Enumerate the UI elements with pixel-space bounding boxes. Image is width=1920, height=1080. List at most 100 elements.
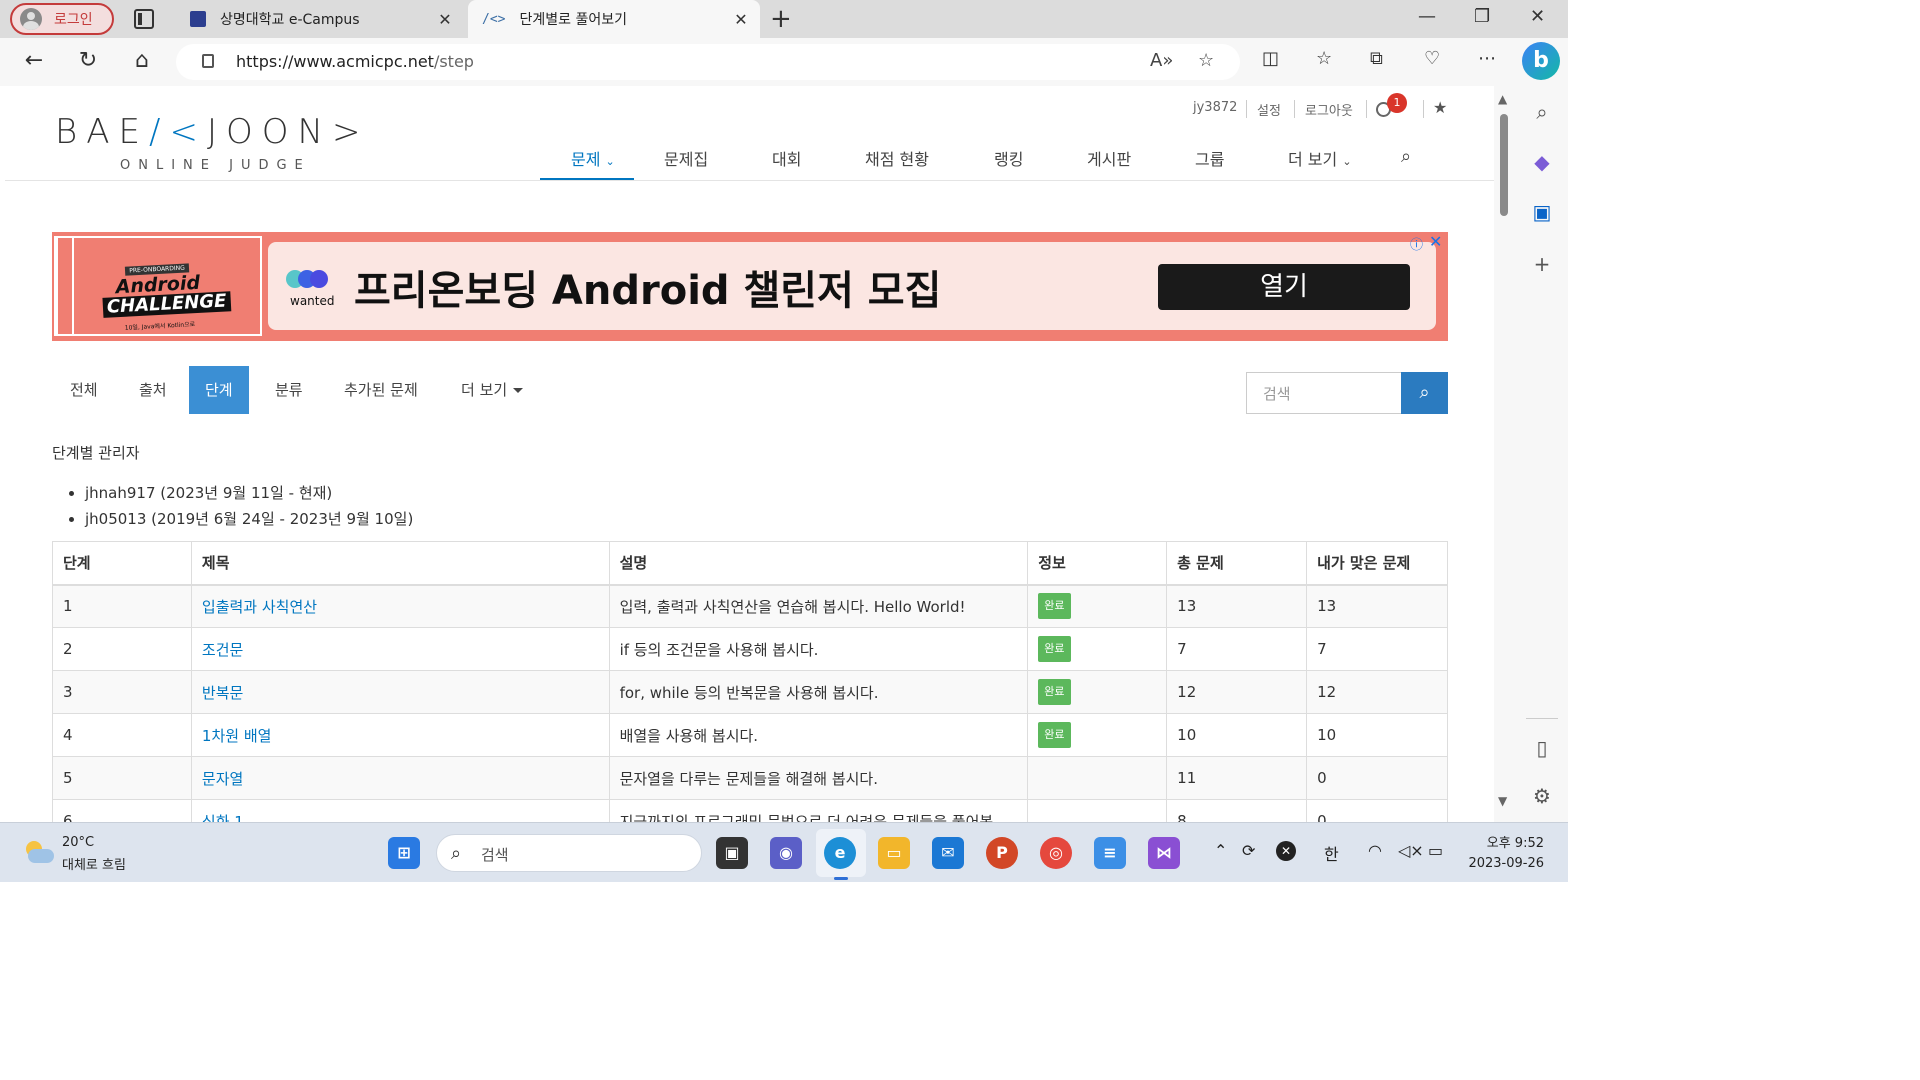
col-solved[interactable]: 내가 맞은 문제 bbox=[1306, 541, 1448, 586]
file-explorer-icon[interactable]: ▭ bbox=[878, 837, 910, 869]
col-total[interactable]: 총 문제 bbox=[1166, 541, 1308, 586]
search-button[interactable]: ⌕ bbox=[1401, 372, 1448, 414]
nav-board[interactable]: 게시판 bbox=[1087, 146, 1131, 170]
nav-group[interactable]: 그룹 bbox=[1195, 146, 1224, 170]
tab-actions-icon[interactable] bbox=[134, 9, 154, 29]
visual-studio-icon[interactable]: ⋈ bbox=[1148, 837, 1180, 869]
step-link[interactable]: 반복문 bbox=[202, 684, 243, 702]
step-link[interactable]: 1차원 배열 bbox=[202, 727, 272, 745]
chrome-icon[interactable]: ◎ bbox=[1040, 837, 1072, 869]
user-link[interactable]: jy3872 bbox=[1193, 100, 1237, 115]
taskbar-search[interactable]: ⌕ 검색 bbox=[436, 834, 702, 872]
back-icon[interactable]: ← bbox=[20, 48, 48, 73]
scroll-down-icon[interactable]: ▼ bbox=[1498, 794, 1507, 808]
battery-icon[interactable]: ▭ bbox=[1428, 841, 1443, 860]
col-desc[interactable]: 설명 bbox=[608, 541, 1029, 586]
problem-search-input[interactable]: 검색 bbox=[1246, 372, 1402, 414]
favorites-icon[interactable]: ☆ bbox=[1316, 48, 1332, 69]
close-tab-icon[interactable]: ✕ bbox=[728, 10, 754, 29]
table-row: 2 조건문 if 등의 조건문을 사용해 봅시다. 완료 7 7 bbox=[52, 627, 1448, 671]
step-link[interactable]: 문자열 bbox=[202, 770, 243, 788]
subnav-all[interactable]: 전체 bbox=[54, 366, 114, 414]
browser-essentials-icon[interactable]: ♡ bbox=[1424, 48, 1440, 69]
ad-banner[interactable]: PRE-ONBOARDING Android CHALLENGE 10일, Ja… bbox=[52, 232, 1448, 341]
favorite-star-icon[interactable]: ☆ bbox=[1198, 50, 1214, 71]
close-tab-icon[interactable]: ✕ bbox=[432, 10, 458, 29]
windows-taskbar: 20°C 대체로 흐림 ⊞ ⌕ 검색 ▣ ◉ e ▭ ✉ P ◎ ≡ ⋈ ⌃ ⟳… bbox=[0, 822, 1568, 882]
caret-down-icon bbox=[513, 388, 524, 393]
weather-cloud-icon[interactable] bbox=[22, 841, 54, 865]
weather-temp[interactable]: 20°C bbox=[62, 835, 94, 850]
url-text[interactable]: https://www.acmicpc.net/step bbox=[236, 52, 474, 71]
nav-contest[interactable]: 대회 bbox=[772, 146, 801, 170]
ime-indicator[interactable]: 한 bbox=[1324, 841, 1339, 865]
nav-problems[interactable]: 문제 ⌄ bbox=[571, 146, 615, 170]
restore-icon[interactable]: ❐ bbox=[1474, 6, 1490, 27]
edge-browser-icon[interactable]: e bbox=[824, 837, 856, 880]
volume-muted-icon[interactable]: ◁× bbox=[1398, 841, 1424, 860]
refresh-icon[interactable]: ↻ bbox=[74, 48, 102, 73]
copilot-app-icon[interactable]: ◆ bbox=[1530, 150, 1554, 174]
profile-button[interactable]: 로그인 bbox=[10, 3, 114, 35]
col-title[interactable]: 제목 bbox=[190, 541, 610, 586]
sidebar-toggle-icon[interactable]: ▯ bbox=[1530, 736, 1554, 760]
address-bar[interactable]: https://www.acmicpc.net/step A» ☆ bbox=[176, 44, 1240, 80]
outlook-icon[interactable]: ▣ bbox=[1530, 200, 1554, 224]
new-tab-button[interactable]: + bbox=[770, 4, 792, 34]
start-windows-icon[interactable]: ⊞ bbox=[388, 837, 420, 869]
settings-link[interactable]: 설정 bbox=[1257, 100, 1281, 119]
subnav-more[interactable]: 더 보기 bbox=[445, 366, 539, 414]
split-screen-icon[interactable]: ◫ bbox=[1262, 48, 1279, 69]
nav-ranking[interactable]: 랭킹 bbox=[994, 146, 1023, 170]
subnav-added[interactable]: 추가된 문제 bbox=[328, 366, 434, 414]
notification-badge[interactable]: 1 bbox=[1387, 93, 1407, 113]
nav-status[interactable]: 채점 현황 bbox=[865, 146, 929, 170]
step-link[interactable]: 심화 1 bbox=[202, 813, 244, 823]
lock-icon[interactable] bbox=[202, 54, 214, 68]
col-info[interactable]: 정보 bbox=[1027, 541, 1168, 586]
nav-more[interactable]: 더 보기 ⌄ bbox=[1288, 146, 1352, 170]
tab-baekjoon-step[interactable]: /<> 단계별로 풀어보기 ✕ bbox=[468, 0, 760, 38]
subnav-step[interactable]: 단계 bbox=[189, 366, 249, 414]
subnav-category[interactable]: 분류 bbox=[259, 366, 319, 414]
sync-icon[interactable]: ⟳ bbox=[1242, 841, 1255, 860]
step-link[interactable]: 조건문 bbox=[202, 641, 243, 659]
mail-icon[interactable]: ✉ bbox=[932, 837, 964, 869]
notepad-icon[interactable]: ≡ bbox=[1094, 837, 1126, 869]
close-window-icon[interactable]: ✕ bbox=[1530, 6, 1545, 27]
weather-condition[interactable]: 대체로 흐림 bbox=[62, 854, 126, 873]
app-tray-icon[interactable]: ✕ bbox=[1276, 841, 1296, 861]
ad-open-button[interactable]: 열기 bbox=[1158, 264, 1410, 310]
page-scrollbar[interactable]: ▲ ▼ bbox=[1494, 86, 1516, 822]
star-icon[interactable]: ★ bbox=[1433, 98, 1447, 117]
add-app-icon[interactable]: + bbox=[1530, 252, 1554, 276]
search-icon: ⌕ bbox=[451, 843, 462, 864]
ad-info-icon[interactable]: ⓘ bbox=[1410, 234, 1423, 253]
teams-chat-icon[interactable]: ◉ bbox=[770, 837, 802, 869]
system-clock[interactable]: 오후 9:52 2023-09-26 bbox=[1466, 834, 1544, 874]
tray-overflow-icon[interactable]: ⌃ bbox=[1214, 841, 1227, 860]
step-link[interactable]: 입출력과 사칙연산 bbox=[202, 598, 317, 616]
collections-icon[interactable]: ⧉ bbox=[1370, 48, 1383, 69]
tab-ecampus[interactable]: 상명대학교 e-Campus ✕ bbox=[176, 0, 464, 38]
scroll-thumb[interactable] bbox=[1500, 114, 1508, 216]
subnav-source[interactable]: 출처 bbox=[123, 366, 183, 414]
scroll-up-icon[interactable]: ▲ bbox=[1498, 92, 1507, 106]
search-icon[interactable]: ⌕ bbox=[1401, 146, 1411, 167]
ad-close-icon[interactable]: ✕ bbox=[1429, 232, 1442, 251]
copilot-icon[interactable]: b bbox=[1522, 42, 1560, 80]
nav-workbook[interactable]: 문제집 bbox=[664, 146, 708, 170]
task-view-icon[interactable]: ▣ bbox=[716, 837, 748, 869]
table-row: 4 1차원 배열 배열을 사용해 봅시다. 완료 10 10 bbox=[52, 713, 1448, 757]
more-menu-icon[interactable]: ⋯ bbox=[1478, 48, 1496, 69]
minimize-icon[interactable]: — bbox=[1418, 6, 1436, 27]
col-step[interactable]: 단계 bbox=[52, 541, 192, 586]
logout-link[interactable]: 로그아웃 bbox=[1305, 100, 1353, 119]
home-icon[interactable]: ⌂ bbox=[128, 48, 156, 73]
powerpoint-icon[interactable]: P bbox=[986, 837, 1018, 869]
read-aloud-icon[interactable]: A» bbox=[1150, 50, 1173, 71]
search-icon[interactable]: ⌕ bbox=[1530, 100, 1554, 124]
site-logo[interactable]: BAE/<JOON> ONLINE JUDGE bbox=[55, 112, 369, 173]
wifi-icon[interactable]: ◠ bbox=[1368, 841, 1382, 860]
sidebar-settings-icon[interactable]: ⚙ bbox=[1530, 784, 1554, 808]
